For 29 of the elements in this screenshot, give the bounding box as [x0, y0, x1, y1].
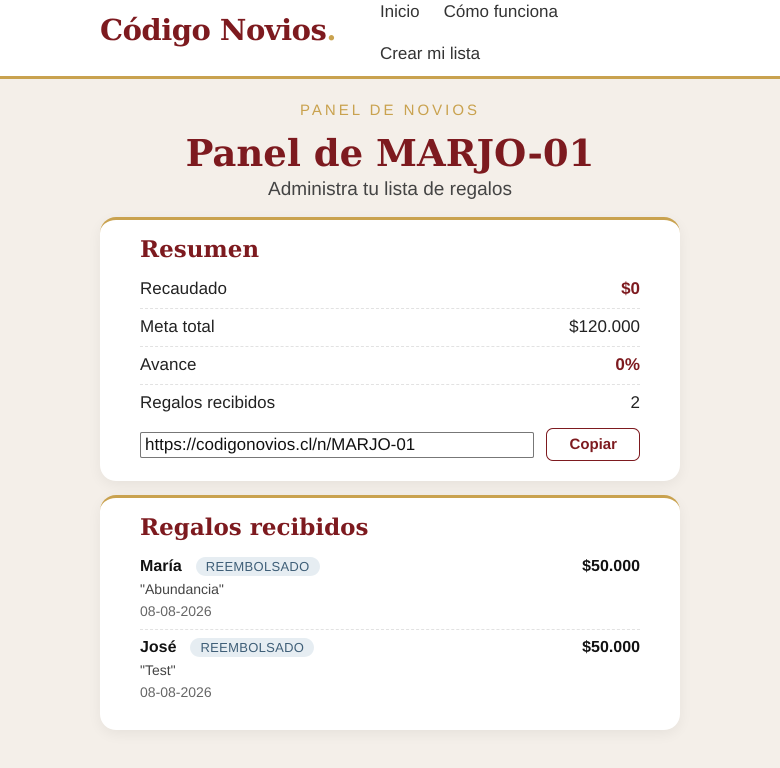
card-title: Resumen: [140, 236, 260, 263]
gift-message: "Abundancia": [140, 581, 225, 597]
gift-message: "Test": [140, 662, 177, 678]
gift-date: 08-08-2026: [140, 603, 213, 619]
status-badge: REEMBOLSADO: [190, 638, 314, 657]
summary-label: Meta total: [140, 317, 215, 337]
gift-date: 08-08-2026: [140, 684, 213, 700]
summary-label: Avance: [140, 355, 196, 375]
nav-link[interactable]: Cómo funciona: [444, 0, 558, 24]
page-title: Panel de MARJO-01: [184, 131, 596, 175]
nav-link[interactable]: Inicio: [380, 0, 420, 24]
summary-label: Recaudado: [140, 279, 227, 299]
card-title: Regalos recibidos: [140, 514, 370, 541]
share-link-field[interactable]: https://codigonovios.cl/n/MARJO-01: [140, 432, 534, 458]
gift-sender: María: [140, 558, 182, 576]
summary-value: $120.000: [569, 317, 640, 337]
gift-amount: $50.000: [582, 558, 640, 576]
copy-button[interactable]: Copiar: [546, 428, 640, 461]
eyebrow-label: PANEL DE NOVIOS: [298, 102, 482, 119]
summary-value: $0: [621, 279, 640, 299]
summary-value: 2: [630, 393, 640, 413]
summary-value: 0%: [615, 355, 640, 375]
summary-label: Regalos recibidos: [140, 393, 276, 413]
site-logo[interactable]: Código Novios.: [100, 13, 336, 47]
nav-link[interactable]: Crear mi lista: [380, 42, 480, 66]
gift-sender: José: [140, 638, 176, 656]
page-subtitle: Administra tu lista de regalos: [267, 179, 513, 201]
status-badge: REEMBOLSADO: [196, 557, 320, 576]
gift-amount: $50.000: [582, 638, 640, 656]
